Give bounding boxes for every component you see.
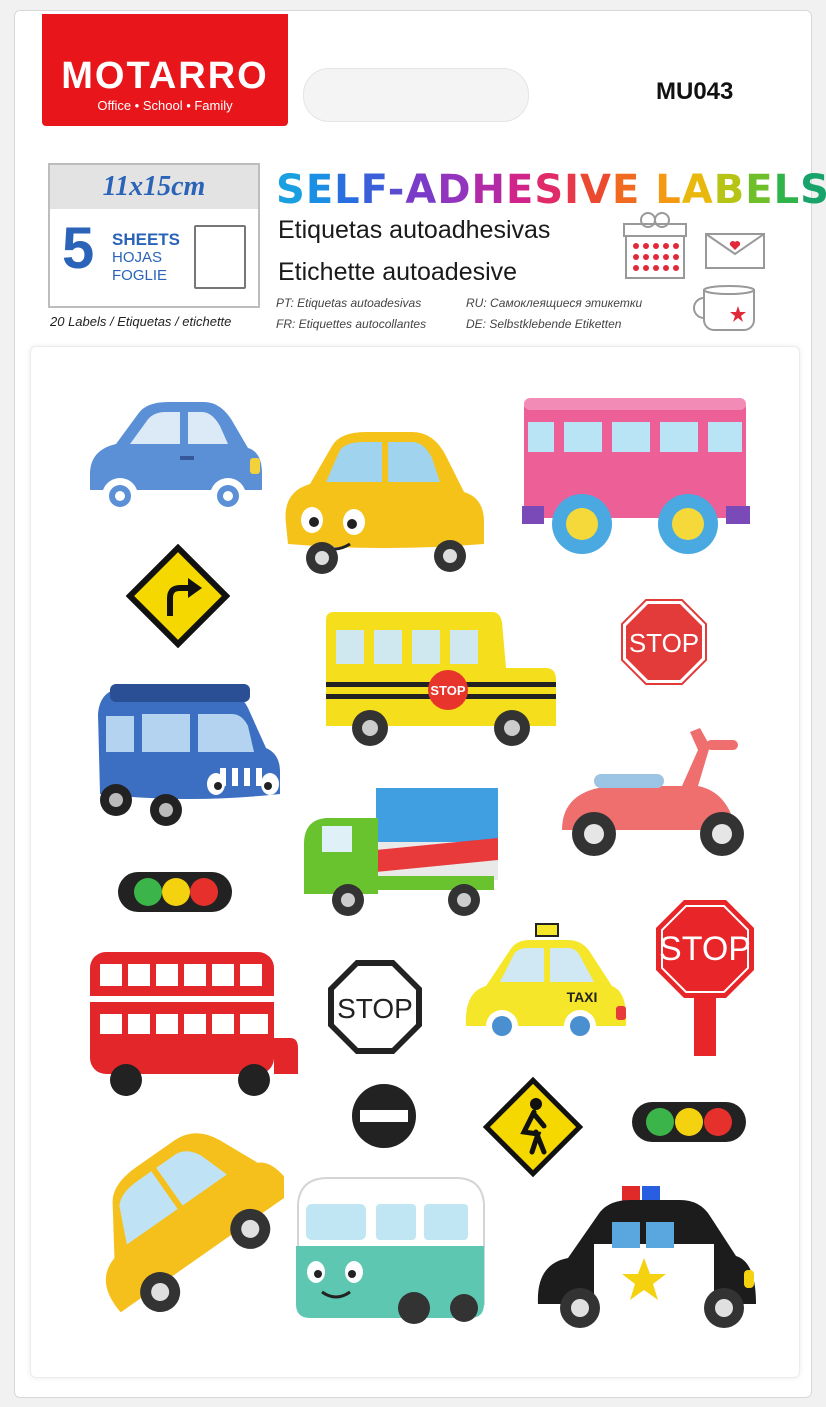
- no-entry-sign-sticker: [352, 1084, 416, 1148]
- title-letter: E: [506, 167, 535, 213]
- traffic-light-sticker-2: [632, 1102, 746, 1142]
- bus-stop-text: STOP: [430, 683, 465, 698]
- title-letter: -: [387, 167, 406, 213]
- title-letter: B: [713, 167, 746, 213]
- title-letter: I: [564, 167, 581, 213]
- gift-icon: [623, 212, 687, 279]
- title-letter: S: [276, 167, 306, 213]
- taxi-sticker: TAXI: [465, 923, 627, 1042]
- yellow-face-car-sticker: [285, 432, 484, 574]
- title-letter: V: [580, 167, 612, 213]
- tilted-yellow-car-sticker: [105, 1133, 284, 1313]
- stop-sign-small-sticker: STOP: [621, 599, 707, 685]
- envelope-icon: [705, 233, 765, 269]
- title-letter: E: [745, 167, 774, 213]
- title-letter: E: [612, 167, 641, 213]
- sheets-label: SHEETS: [112, 230, 181, 249]
- brand-tagline: Office • School • Family: [97, 98, 233, 113]
- lang-pt: PT: Etiquetas autoadesivas: [276, 296, 422, 310]
- hanger-hole: [303, 68, 529, 122]
- stop-text-3: STOP: [659, 930, 751, 968]
- hojas-label: HOJAS: [112, 249, 163, 266]
- school-bus-sticker: STOP: [326, 612, 556, 746]
- product-code: MU043: [656, 78, 734, 105]
- title-letter: L: [773, 167, 801, 213]
- sheet-size: 11x15cm: [50, 165, 258, 209]
- sheet-icon: [194, 225, 246, 289]
- foglie-label: FOGLIE: [112, 267, 168, 284]
- stop-text-1: STOP: [629, 628, 699, 658]
- blue-jeep-sticker: [98, 684, 280, 826]
- stop-sign-post-sticker: STOP: [656, 900, 754, 1056]
- subtitle-es: Etiquetas autoadhesivas: [278, 216, 551, 244]
- pink-bus-sticker: [522, 398, 750, 554]
- cup-icon: [693, 285, 755, 331]
- title-letter: [640, 167, 655, 213]
- double-decker-bus-sticker: [90, 952, 298, 1096]
- title-letter: A: [405, 167, 438, 213]
- subtitle-it: Etichette autoadesive: [278, 258, 518, 286]
- title-letter: E: [305, 167, 335, 213]
- size-box: 11x15cm 5 SHEETS HOJAS FOGLIE: [48, 163, 260, 308]
- stop-text-2: STOP: [337, 993, 413, 1024]
- blue-car-sticker: [90, 402, 262, 514]
- brand-name: MOTARRO: [61, 55, 269, 97]
- scooter-sticker: [562, 728, 744, 856]
- sheet-count: 5: [62, 216, 95, 281]
- lang-fr: FR: Etiquettes autocollantes: [276, 317, 427, 331]
- title-letter: S: [800, 167, 826, 213]
- green-truck-sticker: [304, 788, 498, 916]
- curve-sign-sticker: [126, 544, 230, 648]
- title-letter: A: [681, 167, 714, 213]
- police-car-sticker: [537, 1186, 756, 1328]
- pedestrian-sign-sticker: [482, 1076, 584, 1178]
- title-letter: F: [360, 167, 388, 213]
- title-letter: H: [471, 167, 506, 213]
- title-letter: D: [437, 167, 472, 213]
- sheet-words: SHEETS HOJAS FOGLIE: [112, 231, 180, 285]
- stop-sign-black-sticker: STOP: [328, 960, 422, 1054]
- labels-count: 20 Labels / Etiquetas / etichette: [50, 314, 232, 329]
- title-letter: S: [534, 167, 565, 213]
- title-letter: L: [334, 167, 361, 213]
- traffic-light-sticker-1: [118, 872, 232, 912]
- camper-van-sticker: [296, 1177, 485, 1324]
- lang-de: DE: Selbstklebende Etiketten: [466, 317, 622, 331]
- product-title: SELF-ADHESIVE LABELS: [276, 167, 826, 213]
- lang-ru: RU: Самоклеящиеся этикетки: [466, 296, 643, 310]
- brand-logo: MOTARRO Office • School • Family: [42, 14, 288, 126]
- title-letter: L: [655, 167, 682, 213]
- taxi-text: TAXI: [567, 989, 598, 1005]
